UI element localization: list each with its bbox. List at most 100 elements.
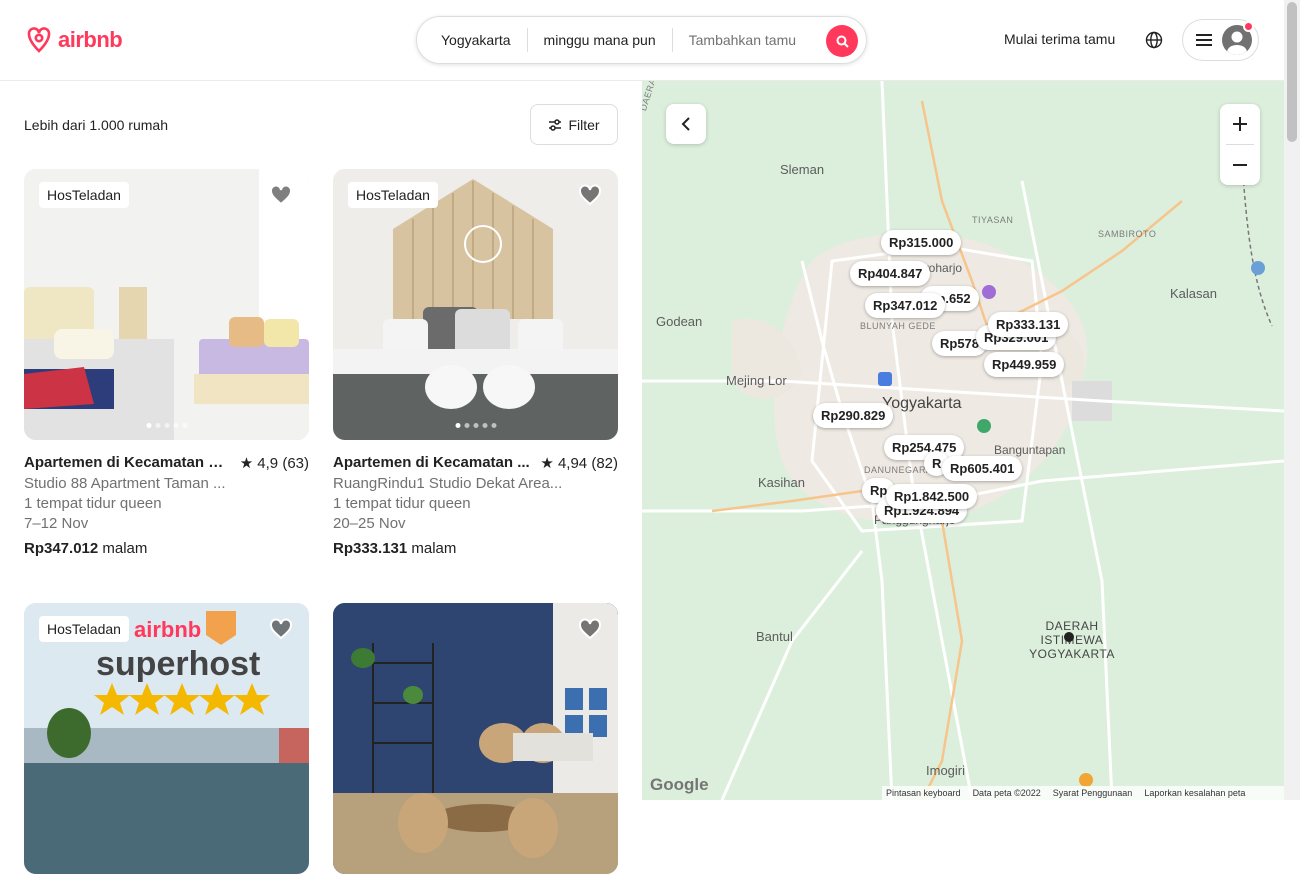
price-amount: Rp347.012 — [24, 540, 99, 557]
map-label-mejing-lor: Mejing Lor — [726, 373, 787, 388]
search-dates[interactable]: minggu mana pun — [528, 32, 672, 48]
listing-rating: ★ 4,94 (82) — [540, 455, 618, 472]
notification-dot — [1243, 21, 1254, 32]
map-label-tiyasan: TIYASAN — [972, 215, 1014, 225]
google-attribution: Google — [650, 775, 709, 794]
superhost-badge: HosTeladan — [39, 616, 129, 642]
region-center-dot — [1064, 632, 1074, 642]
zoom-out-button[interactable] — [1220, 145, 1260, 185]
map-label-godean: Godean — [656, 314, 703, 329]
map-data-credit: Data peta ©2022 — [972, 788, 1041, 798]
map-report-error-link[interactable]: Laporkan kesalahan peta — [1144, 788, 1245, 798]
search-guests[interactable]: Tambahkan tamu — [673, 32, 812, 48]
become-host-link[interactable]: Mulai terima tamu — [1004, 31, 1115, 47]
zoom-in-button[interactable] — [1220, 104, 1260, 144]
map-price-pin[interactable]: Rp347.012 — [865, 293, 946, 318]
map-label-sambiroto: SAMBIROTO — [1098, 229, 1157, 239]
airbnb-logo-icon — [27, 27, 51, 53]
poi-icon[interactable] — [878, 372, 892, 386]
menu-icon — [1196, 34, 1212, 46]
map-label-kalasan: Kalasan — [1170, 286, 1217, 301]
plus-icon — [1233, 117, 1247, 131]
globe-icon[interactable] — [1145, 31, 1163, 54]
map-label-yogyakarta: Yogyakarta — [882, 395, 962, 412]
superhost-badge: HosTeladan — [39, 182, 129, 208]
map-base — [642, 81, 1284, 800]
search-icon — [836, 35, 849, 48]
promo-superhost-text: superhost — [96, 645, 261, 683]
search-button[interactable] — [826, 25, 858, 57]
map-price-pin[interactable]: Rp449.959 — [984, 352, 1065, 377]
page-scrollbar[interactable] — [1284, 0, 1300, 800]
map-label-banguntapan: Banguntapan — [994, 443, 1066, 457]
search-location[interactable]: Yogyakarta — [417, 32, 527, 48]
map-label-kasihan: Kasihan — [758, 475, 805, 490]
airbnb-logo[interactable]: airbnb — [24, 24, 123, 56]
heart-icon[interactable] — [269, 184, 293, 211]
listing-subtitle: RuangRindu1 Studio Dekat Area... — [333, 475, 563, 492]
map-label-sleman: Sleman — [780, 162, 825, 177]
listing-title: Apartemen di Kecamatan M... — [24, 454, 232, 471]
price-amount: Rp333.131 — [333, 540, 408, 557]
poi-icon[interactable] — [982, 285, 996, 299]
brand-name: airbnb — [58, 27, 123, 52]
map-label-bantul: Bantul — [756, 629, 793, 644]
listing-beds: 1 tempat tidur queen — [333, 495, 471, 512]
listing-beds: 1 tempat tidur queen — [24, 495, 162, 512]
promo-brand: airbnb — [134, 617, 202, 642]
listing-card[interactable]: HosTeladan Apartemen di Kecamatan M... ★… — [24, 169, 309, 557]
carousel-dots — [146, 423, 187, 428]
bedroom-photo — [24, 169, 309, 440]
superhost-badge: HosTeladan — [348, 182, 438, 208]
listing-photo[interactable]: HosTeladan — [24, 169, 309, 440]
listing-card[interactable]: HosTeladan Apartemen di Kecamatan ... ★ … — [333, 169, 618, 557]
map-price-pin[interactable]: Rp404.847 — [850, 261, 931, 286]
map-terms-link[interactable]: Syarat Penggunaan — [1053, 788, 1133, 798]
search-bar[interactable]: Yogyakarta minggu mana pun Tambahkan tam… — [416, 16, 867, 64]
heart-icon[interactable] — [578, 618, 602, 645]
carousel-dots — [455, 423, 496, 428]
scrollbar-thumb[interactable] — [1287, 2, 1297, 142]
living-room-photo — [333, 603, 618, 874]
listing-price: Rp333.131 malam — [333, 540, 618, 557]
listing-subtitle: Studio 88 Apartment Taman ... — [24, 475, 226, 492]
filter-button[interactable]: Filter — [530, 104, 618, 145]
map-label-imogiri: Imogiri — [926, 763, 966, 778]
map-price-pin[interactable]: Rp315.000 — [881, 230, 962, 255]
listing-card[interactable]: airbnb superhost HosTeladan — [24, 603, 309, 874]
minus-icon — [1233, 164, 1247, 166]
sliders-icon — [549, 118, 562, 131]
bedroom-photo — [333, 169, 618, 440]
map-label-blunyah-gede: BLUNYAH GEDE — [860, 321, 936, 331]
map-price-pin[interactable]: Rp290.829 — [813, 403, 894, 428]
map-price-pin[interactable]: Rp605.401 — [942, 456, 1023, 481]
listing-rating: ★ 4,9 (63) — [239, 455, 309, 472]
poi-icon[interactable] — [1251, 261, 1265, 275]
map-footer: Pintasan keyboard Data peta ©2022 Syarat… — [882, 786, 1284, 800]
filter-label: Filter — [568, 116, 600, 133]
poi-icon[interactable] — [1079, 773, 1093, 787]
heart-icon[interactable] — [578, 184, 602, 211]
price-unit: malam — [102, 540, 148, 557]
poi-icon[interactable] — [977, 419, 991, 433]
listing-dates: 20–25 Nov — [333, 515, 406, 532]
map-price-pin[interactable]: Rp1.842.500 — [886, 484, 978, 509]
collapse-map-button[interactable] — [666, 104, 706, 144]
listing-photo[interactable] — [333, 603, 618, 874]
superhost-promo-photo — [24, 603, 309, 874]
map-view[interactable]: Sleman Godean Mejing Lor Kasihan Bantul … — [642, 81, 1284, 800]
listing-dates: 7–12 Nov — [24, 515, 89, 532]
listing-title: Apartemen di Kecamatan ... — [333, 454, 530, 471]
results-count: Lebih dari 1.000 rumah — [24, 117, 168, 133]
map-price-pin[interactable]: Rp333.131 — [988, 312, 1069, 337]
top-header: airbnb Yogyakarta minggu mana pun Tambah… — [0, 0, 1284, 81]
listing-card[interactable] — [333, 603, 618, 874]
listing-photo[interactable]: airbnb superhost HosTeladan — [24, 603, 309, 874]
map-keyboard-shortcuts[interactable]: Pintasan keyboard — [886, 788, 961, 798]
price-unit: malam — [411, 540, 457, 557]
listing-photo[interactable]: HosTeladan — [333, 169, 618, 440]
zoom-controls — [1220, 104, 1260, 185]
chevron-left-icon — [681, 117, 690, 131]
listing-price: Rp347.012 malam — [24, 540, 309, 557]
heart-icon[interactable] — [269, 618, 293, 645]
